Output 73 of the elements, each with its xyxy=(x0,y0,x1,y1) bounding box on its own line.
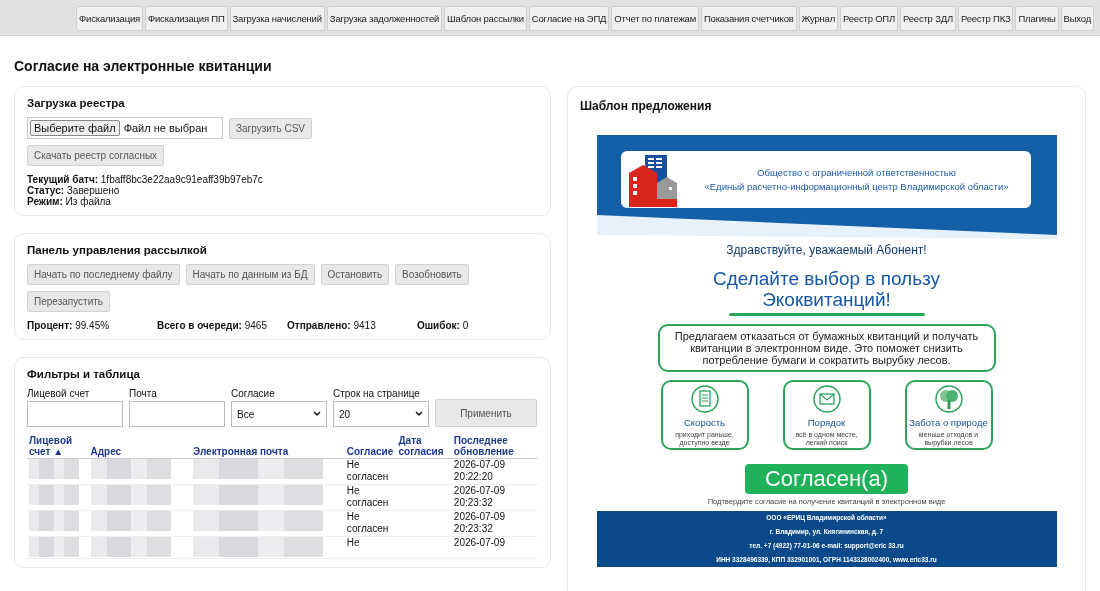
redacted-text xyxy=(29,459,79,479)
column-header[interactable]: Дата согласия xyxy=(396,435,452,459)
chevron-icon xyxy=(313,411,321,417)
input-field[interactable] xyxy=(27,401,123,427)
redacted-text xyxy=(29,537,79,557)
redacted-text xyxy=(29,485,79,505)
file-input[interactable]: Выберите файл Файл не выбран xyxy=(27,117,223,139)
envelope-icon xyxy=(811,384,842,414)
table-cell: Не xyxy=(344,536,397,559)
nav-tab[interactable]: Загрузка начислений xyxy=(229,6,325,31)
apply-button[interactable]: Применить xyxy=(435,399,537,427)
upload-button[interactable]: Загрузить CSV xyxy=(229,117,312,139)
table-cell: Не согласен xyxy=(344,458,397,485)
table-cell: 2026-07-09 20:23:32 xyxy=(451,510,538,537)
card-title: Панель управления рассылкой xyxy=(27,244,208,256)
field-label: Строк на странице xyxy=(333,388,421,399)
stat-text: Ошибок: 0 xyxy=(417,320,470,331)
field-label: Согласие xyxy=(231,388,276,399)
offer-text: Предлагаем отказаться от бумажных квитанций и получать квитанции в электронном виде. Это поможет снизить потребление бумаги и сократить вырубку лесов. xyxy=(657,324,996,372)
nav-tab[interactable]: Реестр ПКЗ xyxy=(957,6,1014,31)
document-icon xyxy=(689,384,720,414)
column-header[interactable]: Лицевой счет ▲ xyxy=(27,435,89,459)
stat-text: Отправлено: 9413 xyxy=(287,320,377,331)
page-title: Согласие на электронные квитанции xyxy=(14,58,273,74)
organization-name: Общество с ограниченной ответственностью «Единый расчетно-информационный центр Владимирской области» xyxy=(703,165,1010,194)
table-cell: Не согласен xyxy=(344,484,397,511)
nav-tab[interactable]: Отчет по платежам xyxy=(611,6,699,31)
greeting-text: Здравствуйте, уважаемый Абонент! xyxy=(726,243,927,257)
action-button[interactable]: Возобновить xyxy=(395,264,469,285)
table-cell: Не согласен xyxy=(344,510,397,537)
table-cell: 2026-07-09 20:23:32 xyxy=(451,484,538,511)
action-button[interactable]: Начать по последнему файлу xyxy=(27,264,180,285)
card-title: Шаблон предложения xyxy=(580,99,713,113)
nav-tab[interactable]: Согласие на ЭПД xyxy=(528,6,610,31)
nav-tab[interactable]: Показания счетчиков xyxy=(701,6,797,31)
input-field[interactable] xyxy=(129,401,225,427)
info-line: Режим: Из файла xyxy=(27,196,111,207)
benefit-title: Забота о природе xyxy=(909,417,988,428)
nav-tab[interactable]: Фискализация xyxy=(76,6,143,31)
stat-text: Всего в очереди: 9465 xyxy=(157,320,268,331)
headline: Сделайте выбор в пользу Экоквитанций! xyxy=(711,268,942,310)
card-title: Загрузка реестра xyxy=(27,97,126,109)
info-line: Текущий батч: 1fbaff8bc3e22aa9c91eaff39b97eb7c xyxy=(27,174,264,185)
nav-tab[interactable]: Фискализация ПП xyxy=(144,6,228,31)
benefit-title: Скорость xyxy=(684,417,725,428)
nav-tab[interactable]: Выход xyxy=(1060,6,1094,31)
nav-tab[interactable]: Реестр ОПЛ xyxy=(840,6,898,31)
tree-icon xyxy=(933,384,964,414)
action-button[interactable]: Остановить xyxy=(320,264,390,285)
stat-text: Процент: 99.45% xyxy=(27,320,111,331)
table-cell: 2026-07-09 xyxy=(451,536,538,559)
column-header[interactable]: Согласие xyxy=(344,435,397,459)
field-label: Лицевой счет xyxy=(27,388,91,399)
chevron-icon xyxy=(415,411,423,417)
action-button[interactable]: Начать по данным из БД xyxy=(185,264,315,285)
action-button[interactable]: Перезапустить xyxy=(27,291,111,312)
download-button[interactable]: Скачать реестр согласных xyxy=(27,145,165,166)
nav-tab[interactable]: Шаблон рассылки xyxy=(444,6,527,31)
benefit-title: Порядок xyxy=(807,417,846,428)
card-title: Фильтры и таблица xyxy=(27,368,141,380)
nav-tab[interactable]: Реестр ЗДЛ xyxy=(900,6,956,31)
select-field[interactable]: Все xyxy=(231,401,327,427)
column-header[interactable]: Последнее обновление xyxy=(451,435,538,459)
field-label: Почта xyxy=(129,388,158,399)
table-cell: 2026-07-09 20:22:20 xyxy=(451,458,538,485)
nav-tab[interactable]: Журнал xyxy=(798,6,839,31)
column-header[interactable]: Электронная почта xyxy=(191,435,345,459)
nav-tab[interactable]: Загрузка задолженностей xyxy=(326,6,443,31)
select-field[interactable]: 20 xyxy=(333,401,429,427)
column-header[interactable]: Адрес xyxy=(88,435,191,459)
redacted-text xyxy=(29,511,79,531)
info-line: Статус: Завершено xyxy=(27,185,121,196)
nav-tab[interactable]: Плагины xyxy=(1015,6,1059,31)
